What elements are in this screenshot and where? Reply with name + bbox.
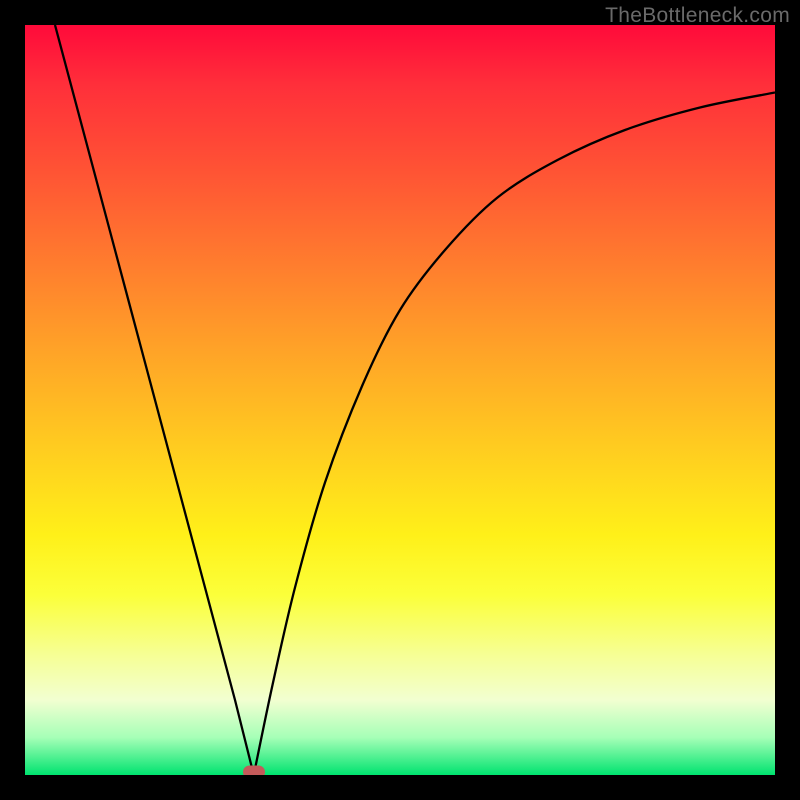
watermark-text: TheBottleneck.com bbox=[605, 4, 790, 28]
chart-frame: TheBottleneck.com bbox=[0, 0, 800, 800]
plot-area bbox=[25, 25, 775, 775]
curve-path bbox=[55, 25, 775, 775]
minimum-marker bbox=[243, 766, 265, 776]
bottleneck-curve bbox=[25, 25, 775, 775]
